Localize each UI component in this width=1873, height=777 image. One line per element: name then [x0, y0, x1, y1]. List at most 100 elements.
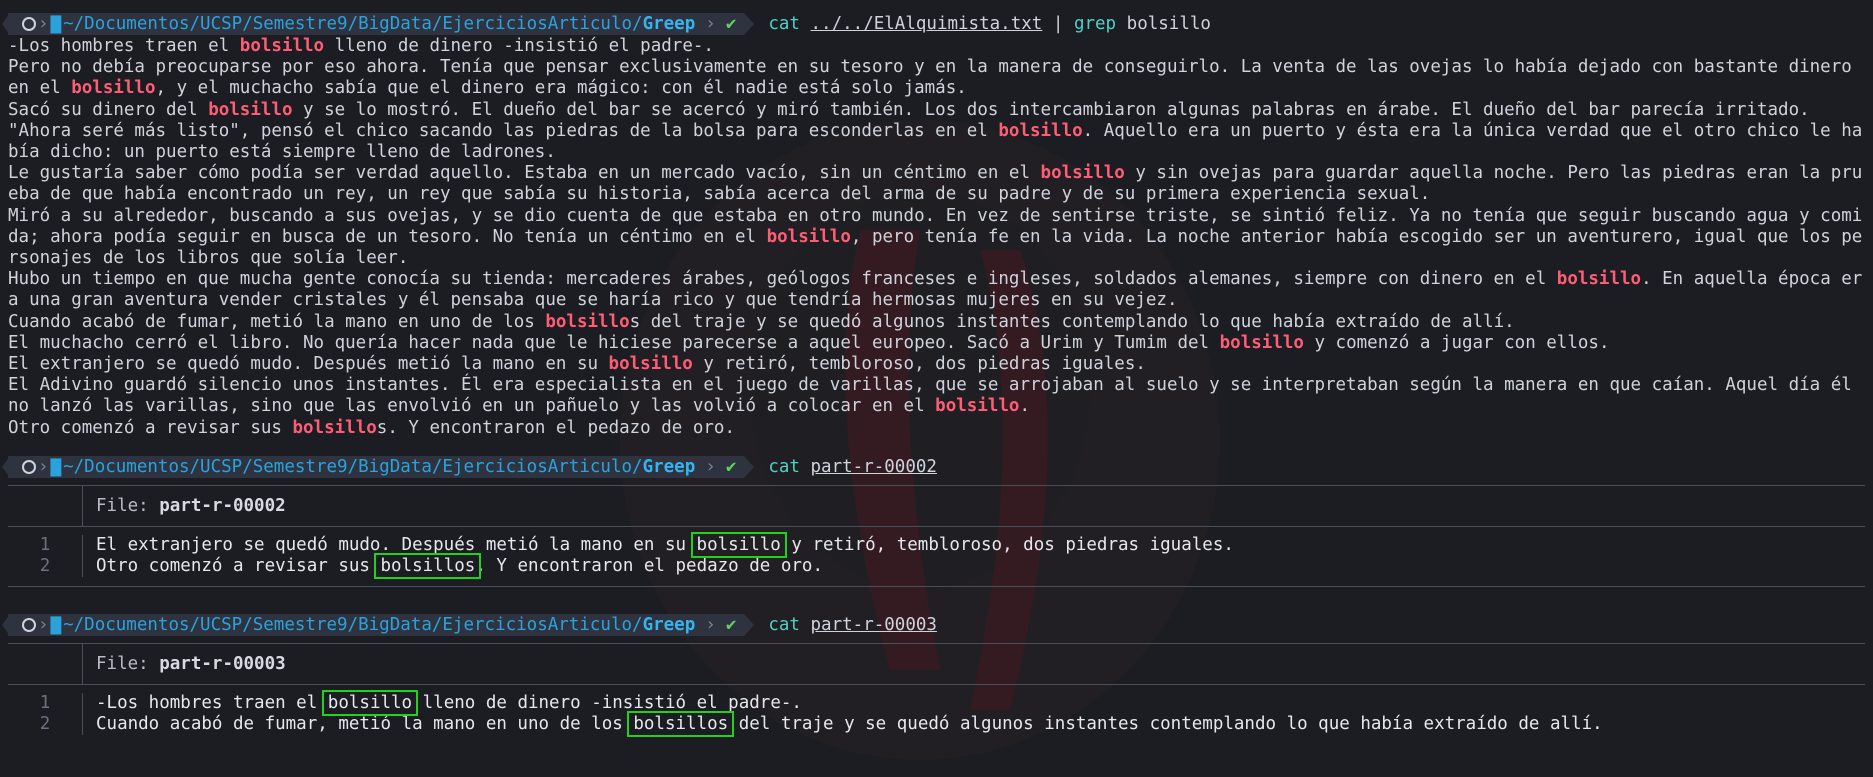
line-text: Cuando acabó de fumar, metió la mano en … — [8, 311, 546, 332]
chevron-right-icon: › — [38, 614, 49, 635]
command-name: cat — [768, 456, 800, 477]
line-text: Le gustaría saber cómo podía ser verdad … — [8, 163, 1041, 184]
check-icon: ✔ — [725, 456, 737, 477]
line-number: 1 — [39, 692, 51, 713]
match-highlight: bolsillo — [1556, 269, 1642, 290]
line-text: Sacó su dinero del — [8, 99, 209, 120]
file-line: Cuando acabó de fumar, metió la mano en … — [96, 710, 1603, 737]
grep-output-line: Otro comenzó a revisar sus bolsillos. Y … — [8, 418, 1865, 439]
match-highlight: bolsillo — [608, 354, 693, 375]
match-highlight: bolsillo — [935, 396, 1020, 417]
match-highlight: bolsillo — [292, 417, 377, 438]
line-text: s del traje y se quedó algunos instantes… — [629, 311, 1515, 332]
line-number: 1 — [39, 534, 51, 555]
file-body: 1 2 -Los hombres traen el bolsillo lleno… — [8, 685, 1865, 744]
prompt-path: ~/Documentos/UCSP/Semestre9/BigData/Ejer… — [63, 14, 696, 34]
line-text: y retiró, tembloroso, dos piedras iguale… — [692, 354, 1146, 375]
chevron-right-icon: › — [38, 14, 49, 34]
prompt-os-segment: › ▇ ~/Documentos/UCSP/Semestre9/BigData/… — [1, 613, 745, 636]
prompt-os-segment: › ▇ ~/Documentos/UCSP/Semestre9/BigData/… — [1, 455, 745, 478]
line-text: y comenzó a jugar con ellos. — [1303, 332, 1610, 353]
line-text: "Ahora seré más listo", pensó el chico s… — [8, 120, 999, 141]
file-content: El extranjero se quedó mudo. Después met… — [83, 531, 1234, 579]
check-icon: ✔ — [725, 14, 737, 34]
chevron-right-icon: › — [38, 456, 49, 477]
highlighted-word: bolsillo — [321, 689, 419, 716]
highlighted-word: bolsillos — [627, 710, 735, 737]
command-line: cat part-r-00003 — [768, 613, 937, 637]
match-highlight: bolsillo — [1219, 332, 1304, 353]
line-text: El muchacho cerró el libro. No quería ha… — [8, 332, 1220, 353]
line-text: s. Y encontraron el pedazo de oro. — [376, 417, 736, 438]
match-highlight: bolsillo — [239, 36, 325, 56]
file-header: File: part-r-00003 — [8, 643, 1865, 685]
file-content: -Los hombres traen el bolsillo lleno de … — [83, 689, 1603, 737]
command-name: grep — [1073, 14, 1117, 34]
check-icon: ✔ — [725, 614, 737, 635]
line-number: 2 — [39, 555, 51, 576]
grep-output-line: "Ahora seré más listo", pensó el chico s… — [8, 121, 1865, 163]
chevron-right-icon: › — [705, 456, 716, 477]
file-line: -Los hombres traen el bolsillo lleno de … — [96, 689, 802, 716]
file-view-part-r-00003: File: part-r-00003 1 2 -Los hombres trae… — [8, 642, 1865, 744]
grep-output-line: -Los hombres traen el bolsillo lleno de … — [8, 36, 1865, 57]
line-number-gutter — [8, 643, 83, 684]
folder-icon: ▇ — [50, 14, 62, 34]
folder-icon: ▇ — [50, 614, 62, 635]
file-line: Otro comenzó a revisar sus bolsillos. Y … — [96, 552, 823, 579]
file-body: 1 2 El extranjero se quedó mudo. Después… — [8, 527, 1865, 587]
command-arg[interactable]: part-r-00002 — [811, 457, 937, 477]
command-arg[interactable]: ../../ElAlquimista.txt — [811, 14, 1043, 34]
grep-output-line: El Adivino guardó silencio unos instante… — [8, 375, 1865, 417]
prompt-path: ~/Documentos/UCSP/Semestre9/BigData/Ejer… — [63, 614, 696, 635]
highlighted-word: bolsillo — [690, 531, 787, 558]
command-name: cat — [768, 614, 800, 635]
line-text: Hubo un tiempo en que mucha gente conocí… — [8, 269, 1557, 290]
match-highlight: bolsillo — [766, 226, 851, 247]
file-line: El extranjero se quedó mudo. Después met… — [96, 531, 1234, 558]
line-text: Otro comenzó a revisar sus — [8, 417, 293, 438]
prompt-os-segment: › ▇ ~/Documentos/UCSP/Semestre9/BigData/… — [1, 13, 745, 35]
file-name-label: File: part-r-00002 — [96, 495, 286, 516]
line-text: . — [1019, 396, 1031, 417]
prompt-path: ~/Documentos/UCSP/Semestre9/BigData/Ejer… — [63, 456, 696, 477]
match-highlight: bolsillo — [208, 99, 293, 120]
grep-output: -Los hombres traen el bolsillo lleno de … — [8, 36, 1865, 439]
terminal[interactable]: › ▇ ~/Documentos/UCSP/Semestre9/BigData/… — [1, 12, 1865, 744]
command-arg[interactable]: part-r-00003 — [811, 615, 937, 635]
line-number: 2 — [39, 713, 51, 734]
linux-os-icon — [22, 17, 36, 31]
line-text: El extranjero se quedó mudo. Después met… — [8, 354, 609, 375]
highlighted-word: bolsillos — [374, 552, 482, 579]
line-number-gutter: 1 2 — [8, 534, 83, 577]
command-line: cat ../../ElAlquimista.txt | grep bolsil… — [768, 12, 1211, 36]
chevron-right-icon: › — [705, 614, 716, 635]
command-line: cat part-r-00002 — [768, 455, 937, 479]
match-highlight: bolsillo — [1040, 163, 1125, 184]
line-text: y se lo mostró. El dueño del bar se acer… — [292, 99, 1810, 120]
shell-prompt: › ▇ ~/Documentos/UCSP/Semestre9/BigData/… — [1, 613, 1865, 637]
line-number-gutter — [8, 485, 83, 526]
linux-os-icon — [22, 459, 36, 474]
file-name-label: File: part-r-00003 — [96, 653, 286, 674]
grep-output-line: Miró a su alrededor, buscando a sus ovej… — [8, 206, 1865, 270]
prompt-end-arrow — [744, 613, 755, 636]
grep-output-line: Le gustaría saber cómo podía ser verdad … — [8, 163, 1865, 205]
grep-output-line: El muchacho cerró el libro. No quería ha… — [8, 333, 1865, 354]
prompt-end-arrow — [744, 13, 755, 35]
match-highlight: bolsillo — [545, 311, 630, 332]
grep-output-line: Sacó su dinero del bolsillo y se lo most… — [8, 100, 1865, 121]
pipe-symbol: | — [1052, 14, 1064, 34]
command-arg: bolsillo — [1126, 14, 1211, 34]
match-highlight: bolsillo — [71, 78, 156, 99]
file-view-part-r-00002: File: part-r-00002 1 2 El extranjero se … — [8, 484, 1865, 587]
match-highlight: bolsillo — [998, 120, 1083, 141]
line-text: -Los hombres traen el — [8, 36, 240, 56]
shell-prompt: › ▇ ~/Documentos/UCSP/Semestre9/BigData/… — [1, 455, 1865, 479]
grep-output-line: Hubo un tiempo en que mucha gente conocí… — [8, 269, 1865, 311]
line-text: , y el muchacho sabía que el dinero era … — [155, 78, 967, 99]
grep-output-line: Cuando acabó de fumar, metió la mano en … — [8, 312, 1865, 333]
line-text: lleno de dinero -insistió el padre-. — [324, 36, 714, 56]
grep-output-line: Pero no debía preocuparse por eso ahora.… — [8, 57, 1865, 99]
shell-prompt: › ▇ ~/Documentos/UCSP/Semestre9/BigData/… — [1, 12, 1865, 36]
